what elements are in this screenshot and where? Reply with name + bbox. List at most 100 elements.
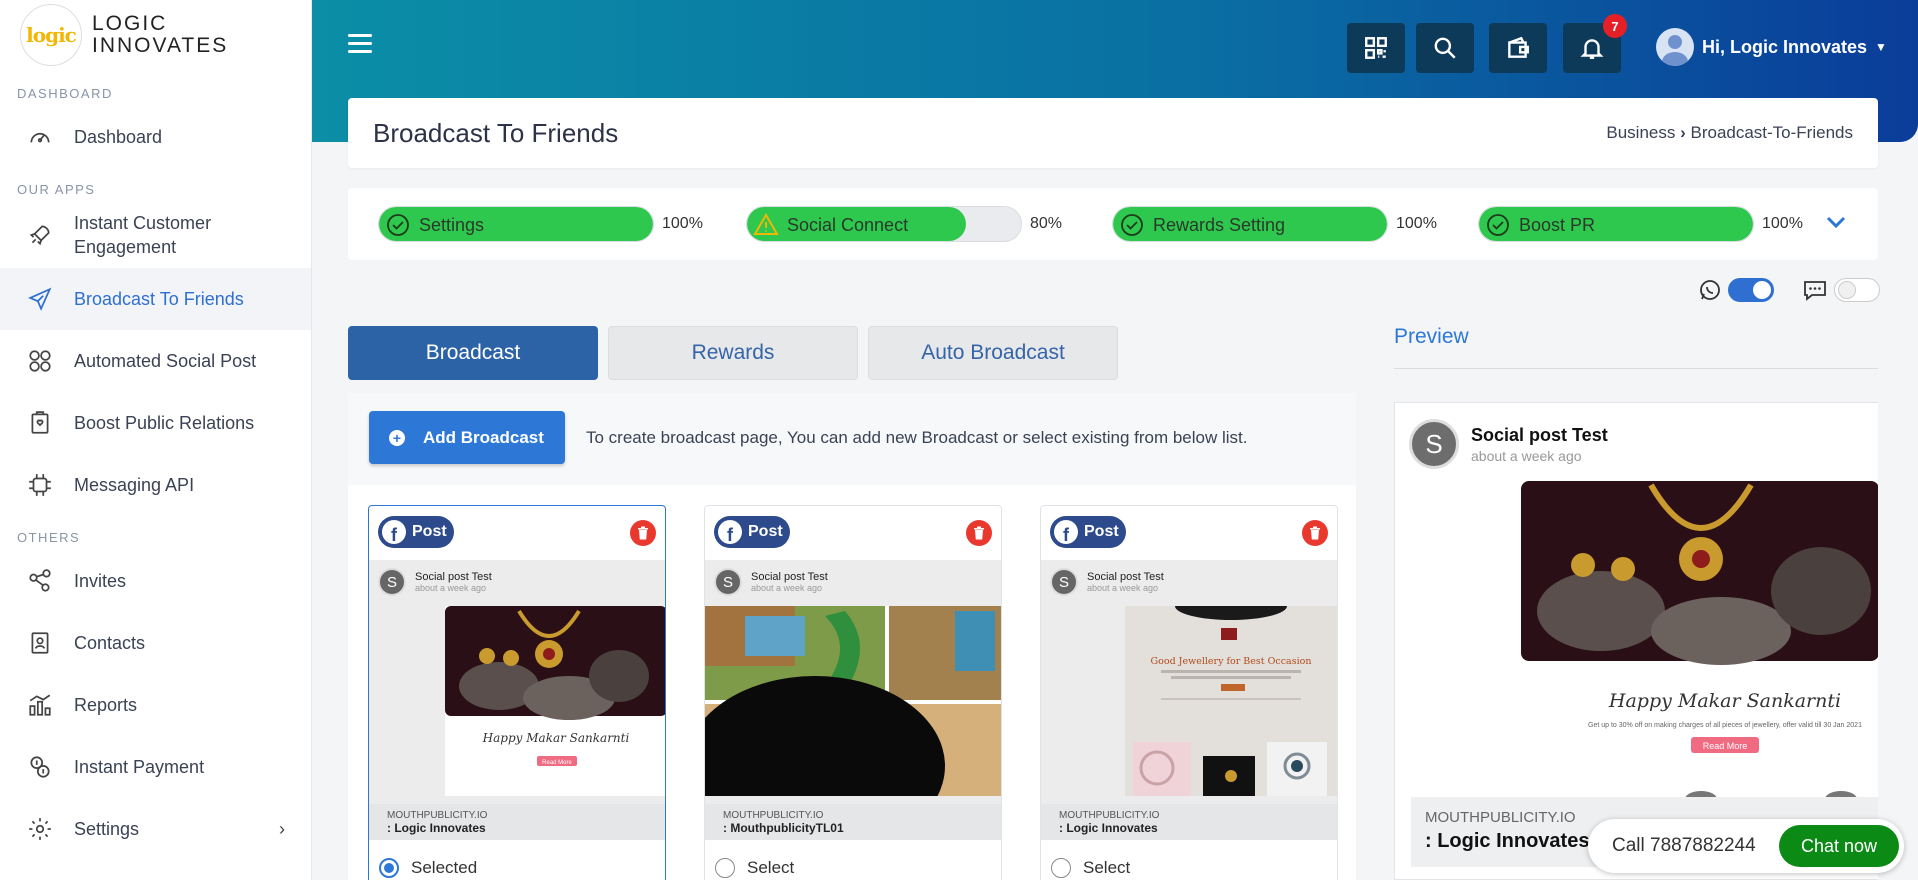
broadcast-card[interactable]: f Post S Social post Test about a week a… bbox=[704, 505, 1002, 880]
breadcrumb-parent[interactable]: Business bbox=[1606, 123, 1675, 142]
sidebar-item-reports[interactable]: Reports bbox=[0, 674, 311, 736]
preview-title: Preview bbox=[1394, 325, 1469, 348]
bar-chart-icon bbox=[26, 691, 54, 719]
tab-auto-broadcast[interactable]: Auto Broadcast bbox=[868, 326, 1118, 380]
select-radio-row[interactable]: Selected bbox=[379, 858, 477, 878]
chevron-right-icon: › bbox=[279, 818, 285, 839]
sidebar-item-instant-payment[interactable]: Instant Payment bbox=[0, 736, 311, 798]
breadcrumb: Business › Broadcast-To-Friends bbox=[1606, 123, 1853, 143]
broadcast-card[interactable]: f Post S Social post Test about a week a… bbox=[368, 505, 666, 880]
sidebar-item-dashboard[interactable]: Dashboard bbox=[0, 106, 311, 168]
brand-name: LOGIC INNOVATES bbox=[92, 13, 228, 57]
chat-bubble-icon bbox=[1804, 281, 1826, 301]
progress-boost-pr[interactable]: Boost PR 100% bbox=[1478, 206, 1803, 242]
notifications-button[interactable]: 7 bbox=[1563, 14, 1627, 73]
whatsapp-toggle[interactable] bbox=[1728, 278, 1774, 302]
check-circle-icon bbox=[387, 214, 409, 236]
section-title-others: OTHERS bbox=[17, 530, 81, 545]
sidebar-item-automated-social-post[interactable]: Automated Social Post bbox=[0, 330, 311, 392]
add-broadcast-bar: + Add Broadcast To create broadcast page… bbox=[348, 393, 1356, 485]
sidebar-item-settings[interactable]: Settings › bbox=[0, 798, 311, 860]
paper-plane-icon bbox=[26, 285, 54, 313]
progress-bar: Rewards Setting bbox=[1112, 206, 1388, 242]
sms-toggle[interactable] bbox=[1834, 278, 1880, 302]
select-radio[interactable] bbox=[1051, 858, 1071, 878]
post-image-headline: Good Jewellery for Best Occasion bbox=[1151, 656, 1312, 667]
post-footer: MOUTHPUBLICITY.IO : Logic Innovates bbox=[369, 804, 665, 840]
sidebar-item-instant-customer-engagement[interactable]: Instant Customer Engagement bbox=[0, 202, 311, 268]
call-number[interactable]: Call 7887882244 bbox=[1612, 835, 1756, 857]
delete-button[interactable] bbox=[1302, 520, 1328, 546]
post-author: S Social post Test about a week ago bbox=[714, 568, 828, 596]
post-type-badge: f Post bbox=[1050, 516, 1126, 548]
progress-label: Boost PR bbox=[1519, 215, 1596, 235]
facebook-icon: f bbox=[718, 520, 742, 544]
delete-button[interactable] bbox=[966, 520, 992, 546]
select-radio[interactable] bbox=[379, 858, 399, 878]
user-menu[interactable]: Hi, Logic Innovates ▼ bbox=[1656, 28, 1887, 66]
sidebar-item-label: Broadcast To Friends bbox=[74, 288, 244, 309]
select-label: Select bbox=[1083, 858, 1131, 877]
progress-settings[interactable]: Settings 100% bbox=[378, 206, 703, 242]
sidebar: logic LOGIC INNOVATES DASHBOARD Dashboar… bbox=[0, 0, 312, 880]
post-type-label: Post bbox=[748, 523, 783, 540]
add-broadcast-button[interactable]: + Add Broadcast bbox=[369, 411, 565, 464]
notification-badge: 7 bbox=[1603, 14, 1627, 38]
sidebar-item-label: Contacts bbox=[74, 632, 146, 653]
post-preview: S Social post Test about a week ago bbox=[369, 560, 665, 840]
chat-now-button[interactable]: Chat now bbox=[1779, 825, 1899, 867]
progress-bar: Social Connect bbox=[746, 206, 1022, 242]
select-radio[interactable] bbox=[715, 858, 735, 878]
post-author-name: Social post Test bbox=[415, 571, 492, 583]
post-image-jewellery: Happy Makar Sankarnti Read More bbox=[369, 606, 665, 796]
brand-logo[interactable]: logic LOGIC INNOVATES bbox=[0, 0, 311, 70]
sidebar-item-boost-public-relations[interactable]: Boost Public Relations bbox=[0, 392, 311, 454]
page-title: Broadcast To Friends bbox=[373, 117, 619, 148]
broadcast-panel: + Add Broadcast To create broadcast page… bbox=[348, 393, 1356, 880]
share-nodes-icon bbox=[26, 567, 54, 595]
tab-broadcast[interactable]: Broadcast bbox=[348, 326, 598, 380]
search-button[interactable] bbox=[1416, 23, 1474, 73]
sidebar-item-broadcast-to-friends[interactable]: Broadcast To Friends bbox=[0, 268, 311, 330]
sidebar-item-label: Instant Payment bbox=[74, 756, 205, 777]
gauge-icon bbox=[26, 123, 54, 151]
broadcast-card[interactable]: f Post S Social post Test about a week a… bbox=[1040, 505, 1338, 880]
select-radio-row[interactable]: Select bbox=[715, 858, 794, 878]
coins-icon bbox=[26, 753, 54, 781]
clipboard-icon bbox=[26, 409, 54, 437]
wallet-button[interactable] bbox=[1489, 23, 1547, 73]
post-type-label: Post bbox=[412, 523, 447, 540]
post-type-badge: f Post bbox=[714, 516, 790, 548]
chevron-down-icon[interactable] bbox=[1824, 210, 1848, 234]
section-title-apps: OUR APPS bbox=[17, 182, 96, 197]
qr-code-button[interactable] bbox=[1347, 23, 1405, 73]
progress-rewards-setting[interactable]: Rewards Setting 100% bbox=[1112, 206, 1437, 242]
post-author: S Social post Test about a week ago bbox=[1050, 568, 1164, 596]
trash-icon bbox=[1310, 526, 1320, 540]
post-time: about a week ago bbox=[1087, 583, 1159, 593]
divider bbox=[1394, 368, 1878, 369]
card-header: f Post bbox=[369, 506, 665, 560]
select-radio-row[interactable]: Select bbox=[1051, 858, 1130, 878]
check-circle-icon bbox=[1487, 214, 1509, 236]
caret-down-icon: ▼ bbox=[1875, 40, 1887, 54]
sidebar-item-invites[interactable]: Invites bbox=[0, 550, 311, 612]
sidebar-item-label: Dashboard bbox=[74, 126, 163, 147]
post-footer: MOUTHPUBLICITY.IO : MouthpublicityTL01 bbox=[705, 804, 1001, 840]
brand-name-line2: INNOVATES bbox=[92, 34, 229, 57]
sidebar-item-label: Invites bbox=[74, 570, 127, 591]
sidebar-item-messaging-api[interactable]: Messaging API bbox=[0, 454, 311, 516]
progress-social-connect[interactable]: Social Connect 80% bbox=[746, 206, 1062, 242]
sidebar-item-contacts[interactable]: Contacts bbox=[0, 612, 311, 674]
facebook-icon: f bbox=[382, 520, 406, 544]
progress-percent: 80% bbox=[1030, 215, 1063, 232]
delete-button[interactable] bbox=[630, 520, 656, 546]
post-author: S Social post Test about a week ago bbox=[378, 568, 492, 596]
hamburger-menu-icon[interactable] bbox=[348, 34, 372, 54]
progress-percent: 100% bbox=[662, 215, 703, 232]
preview-image-headline: Happy Makar Sankarnti bbox=[1608, 690, 1841, 712]
post-type-label: Post bbox=[1084, 523, 1119, 540]
tab-rewards[interactable]: Rewards bbox=[608, 326, 858, 380]
avatar: S bbox=[1050, 568, 1078, 596]
post-time: about a week ago bbox=[415, 583, 487, 593]
